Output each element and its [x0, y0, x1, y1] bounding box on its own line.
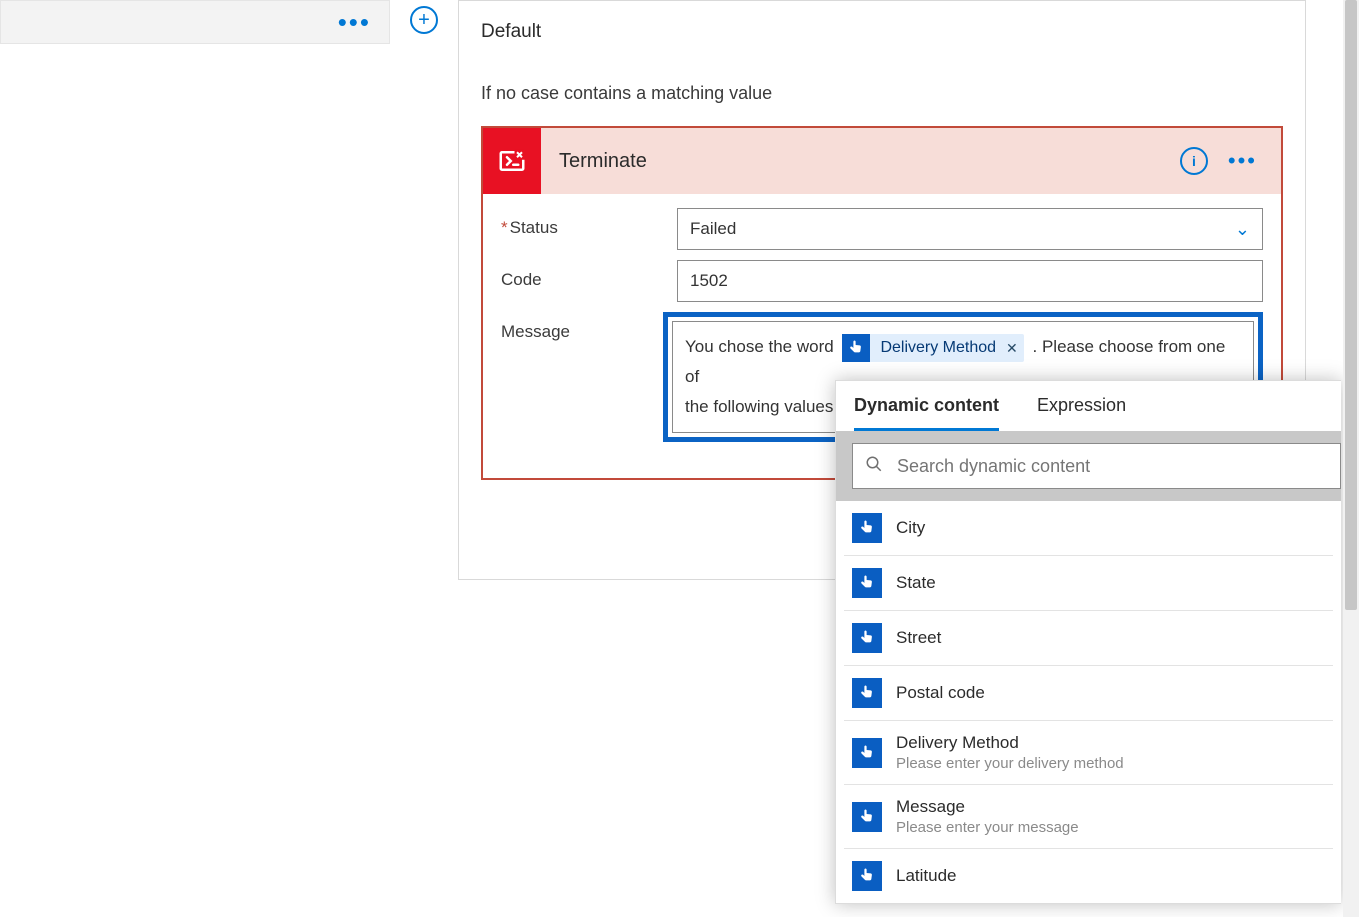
card-title: Default: [459, 1, 1305, 49]
message-label: Message: [501, 312, 677, 342]
list-item[interactable]: City: [844, 501, 1333, 556]
terminate-icon: [483, 128, 541, 194]
finger-icon: [852, 738, 882, 768]
item-title: Latitude: [896, 866, 957, 886]
terminate-more-menu[interactable]: •••: [1228, 148, 1267, 174]
item-title: Street: [896, 628, 941, 648]
card-subtitle: If no case contains a matching value: [459, 49, 1305, 126]
tab-expression[interactable]: Expression: [1037, 395, 1126, 431]
info-icon[interactable]: i: [1180, 147, 1208, 175]
terminate-title: Terminate: [559, 150, 1180, 173]
chevron-down-icon: ⌄: [1235, 219, 1250, 240]
item-subtitle: Please enter your message: [896, 819, 1079, 836]
item-title: Postal code: [896, 683, 985, 703]
item-subtitle: Please enter your delivery method: [896, 755, 1124, 772]
finger-icon: [852, 568, 882, 598]
add-action-button[interactable]: +: [410, 6, 438, 34]
list-item[interactable]: Delivery Method Please enter your delive…: [844, 721, 1333, 785]
finger-icon: [852, 623, 882, 653]
search-icon: [865, 455, 883, 478]
dynamic-content-list: City State Street Postal code Delivery M…: [836, 501, 1341, 903]
item-title: City: [896, 518, 925, 538]
finger-icon: [852, 513, 882, 543]
token-remove-icon[interactable]: ✕: [1006, 333, 1018, 363]
list-item[interactable]: Message Please enter your message: [844, 785, 1333, 849]
terminate-header[interactable]: Terminate i •••: [483, 128, 1281, 194]
list-item[interactable]: Postal code: [844, 666, 1333, 721]
message-text-prefix: You chose the word: [685, 337, 838, 356]
code-value: 1502: [690, 271, 728, 291]
page-scrollbar[interactable]: [1343, 0, 1359, 917]
list-item[interactable]: Street: [844, 611, 1333, 666]
finger-icon: [852, 802, 882, 832]
code-input[interactable]: 1502: [677, 260, 1263, 302]
dynamic-token-delivery-method[interactable]: Delivery Method ✕: [842, 334, 1023, 362]
status-label: *Status: [501, 208, 677, 238]
dynamic-content-popover: Dynamic content Expression City State St…: [835, 380, 1341, 904]
item-title: Delivery Method: [896, 733, 1124, 753]
token-label: Delivery Method: [880, 333, 996, 363]
previous-step-placeholder: •••: [0, 0, 390, 44]
tab-dynamic-content[interactable]: Dynamic content: [854, 395, 999, 431]
finger-icon: [852, 861, 882, 891]
search-input[interactable]: [897, 456, 1328, 477]
code-label: Code: [501, 260, 677, 290]
item-title: Message: [896, 797, 1079, 817]
list-item[interactable]: State: [844, 556, 1333, 611]
status-value: Failed: [690, 219, 736, 239]
list-item[interactable]: Latitude: [844, 849, 1333, 903]
item-title: State: [896, 573, 936, 593]
status-dropdown[interactable]: Failed ⌄: [677, 208, 1263, 250]
finger-icon: [842, 334, 870, 362]
scrollbar-thumb[interactable]: [1345, 0, 1357, 610]
step-more-menu[interactable]: •••: [338, 17, 371, 27]
search-box[interactable]: [852, 443, 1341, 489]
finger-icon: [852, 678, 882, 708]
